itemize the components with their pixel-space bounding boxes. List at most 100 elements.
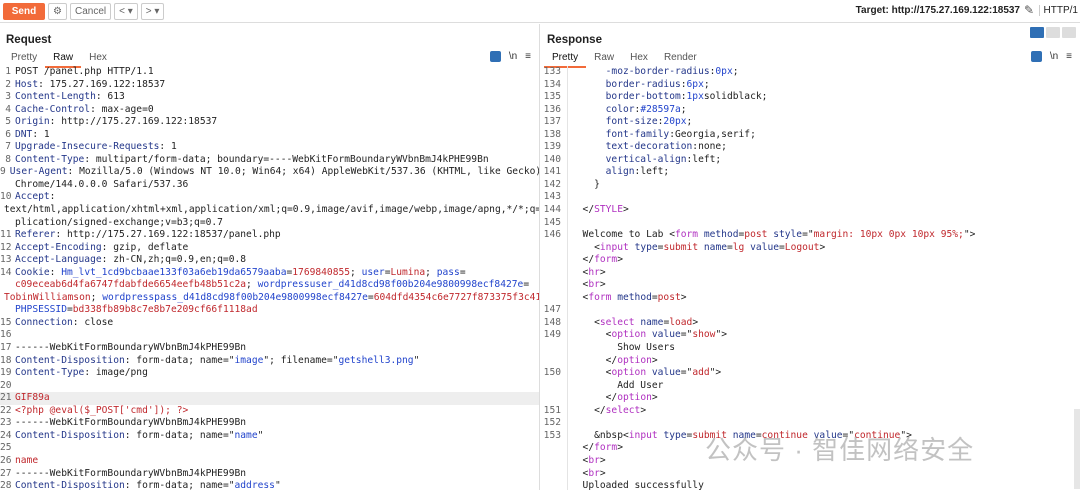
line-number [541, 380, 561, 393]
code-token: br [588, 279, 600, 291]
code-token: 1769840855 [292, 266, 351, 278]
wrap-lines-icon[interactable] [1030, 51, 1042, 62]
code-line: 18 Content-Disposition: form-data; name="… [0, 355, 539, 368]
back-button[interactable]: < ▾ [114, 2, 138, 20]
code-line: </option > [541, 355, 1080, 368]
code-token: > [651, 354, 658, 366]
code-token: value [651, 367, 681, 379]
code-token: 1px [686, 91, 704, 103]
line-number: 140 [543, 153, 561, 165]
code-line: 25 [0, 442, 539, 455]
code-token: style [773, 229, 803, 241]
code-line: c09eceab6d4fa6747fdabfde6654eefb48b51c2a… [0, 279, 539, 292]
code-line: 137 font-size:20px; [541, 116, 1080, 129]
code-token: add [692, 367, 710, 379]
code-token: =" [680, 329, 693, 341]
code-token: Accept-Language [15, 254, 102, 266]
line-number: 141 [543, 166, 561, 178]
http-version-toggle[interactable]: HTTP/1 [1038, 5, 1078, 16]
code-line: 135 border-bottom:1px solidblack; [541, 91, 1080, 104]
code-line: 3 Content-Length: 613 [0, 91, 539, 104]
code-token: value [651, 329, 681, 341]
code-token: ; [686, 116, 693, 128]
code-token: :left; [686, 153, 722, 165]
forward-button[interactable]: > ▾ [140, 2, 165, 20]
code-token: : 1 [32, 128, 50, 140]
code-token: </ [571, 404, 606, 416]
code-token: ; [732, 66, 739, 77]
code-token: : multipart/form-data; boundary=----WebK… [84, 153, 489, 165]
code-token: align [605, 166, 635, 178]
code-token: post [744, 229, 768, 241]
code-token: : form-data; name=" [124, 480, 235, 490]
code-token: "> [709, 367, 722, 379]
line-number [541, 279, 561, 292]
code-token: < [571, 367, 612, 379]
line-number [541, 480, 561, 490]
code-line: 145 [541, 217, 1080, 230]
line-number: 145 [543, 216, 561, 228]
menu-icon[interactable]: ≡ [1066, 51, 1072, 62]
target-label: Target: http://175.27.169.122:18537 [855, 5, 1020, 16]
show-newlines-toggle[interactable]: \n [509, 51, 517, 62]
code-token: color [605, 103, 635, 115]
code-token: < [571, 467, 589, 479]
code-token: ------WebKitFormBoundaryWVbnBmJ4kPHE99Bn [15, 417, 247, 429]
toolbar: Send ⚙ Cancel < ▾ > ▾ Target: http://175… [0, 0, 1080, 23]
code-token: Add User [571, 379, 664, 391]
response-scrollbar[interactable] [1074, 409, 1080, 489]
line-number: 24 [0, 429, 12, 441]
code-line: 5 Origin: http://175.27.169.122:18537 [0, 116, 539, 129]
code-token: Content-Type [15, 153, 85, 165]
code-token: 0px [715, 66, 733, 77]
line-number [0, 179, 11, 192]
code-token: lg [732, 241, 745, 253]
code-token: option [617, 392, 652, 404]
code-line: 143 [541, 191, 1080, 204]
show-newlines-toggle[interactable]: \n [1050, 51, 1058, 62]
code-token: > [617, 442, 623, 454]
code-token: user [361, 266, 385, 278]
watermark: 公众号 · 智佳网络安全 [705, 435, 975, 465]
line-number: 23 [0, 417, 12, 429]
cancel-button[interactable]: Cancel [69, 2, 112, 20]
response-viewer[interactable]: 133 -moz-border-radius:0px; 134 border-ra… [541, 66, 1080, 490]
code-token: Upgrade-Insecure-Requests [15, 141, 160, 153]
send-button[interactable]: Send [3, 2, 45, 20]
back-arrow-icon: < [119, 5, 125, 17]
code-line: 8 Content-Type: multipart/form-data; boun… [0, 154, 539, 167]
code-token: form [594, 442, 618, 454]
code-line: < hr > [541, 267, 1080, 280]
single-tab-layout-icon[interactable] [1062, 27, 1076, 38]
code-token: "> [963, 229, 976, 241]
code-token: ------WebKitFormBoundaryWVbnBmJ4kPHE99Bn [15, 467, 247, 479]
line-number: 151 [543, 404, 561, 416]
code-token: method [703, 229, 739, 241]
code-line: 14 Cookie: Hm_lvt_1cd9bcbaae133f03a6eb19d… [0, 267, 539, 280]
wrap-lines-icon[interactable] [489, 51, 501, 62]
code-token: text-decoration [605, 141, 693, 153]
code-token: Accept [15, 191, 50, 203]
code-token: = [459, 266, 466, 278]
code-token: TobinWilliamson [4, 291, 91, 303]
line-number: 8 [5, 153, 11, 165]
code-token: : gzip, deflate [101, 241, 189, 253]
request-title: Request [6, 34, 52, 46]
edit-target-pencil-icon[interactable]: ✎ [1024, 3, 1034, 17]
code-token: PHPSESSID [15, 304, 67, 316]
line-number [541, 342, 561, 355]
code-token: method [617, 291, 652, 303]
forward-arrow-icon: > [145, 5, 152, 17]
code-token: : http://175.27.169.122:18537/panel.php [55, 229, 281, 241]
code-line: 144 </STYLE > [541, 204, 1080, 217]
line-number: 14 [0, 266, 12, 278]
horizontal-layout-icon[interactable] [1046, 27, 1060, 38]
code-token: Content-Disposition [15, 429, 125, 441]
request-editor[interactable]: 1 POST /panel.php HTTP/1.1 2 Host: 175.27.1… [0, 66, 539, 490]
side-by-side-layout-icon[interactable] [1030, 27, 1044, 38]
settings-gear-icon[interactable]: ⚙ [48, 2, 67, 20]
menu-icon[interactable]: ≡ [525, 51, 531, 62]
